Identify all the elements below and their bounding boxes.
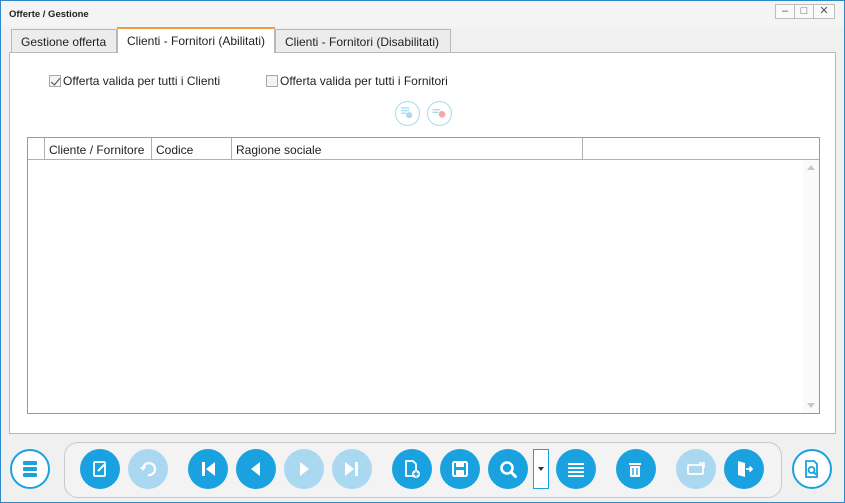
last-record-button[interactable]: [332, 449, 372, 489]
add-row-button[interactable]: [395, 101, 420, 126]
edit-button[interactable]: [80, 449, 120, 489]
exit-button[interactable]: [724, 449, 764, 489]
column-header-codice[interactable]: Codice: [151, 138, 231, 159]
delete-button[interactable]: [616, 449, 656, 489]
save-button[interactable]: [440, 449, 480, 489]
delete-icon: [629, 463, 641, 477]
tab-label: Gestione offerta: [21, 35, 107, 49]
vertical-scrollbar[interactable]: [803, 160, 819, 413]
preview-icon: [805, 460, 818, 478]
column-divider: [582, 138, 587, 159]
tab-gestione-offerta[interactable]: Gestione offerta: [11, 29, 117, 52]
minimize-icon[interactable]: –: [775, 4, 795, 19]
search-icon: [500, 461, 517, 478]
tab-clienti-fornitori-abilitati[interactable]: Clienti - Fornitori (Abilitati): [117, 27, 275, 53]
remove-row-button[interactable]: [427, 101, 452, 126]
print-icon: [687, 462, 705, 475]
close-icon[interactable]: ✕: [813, 4, 835, 19]
all-clients-checkbox[interactable]: Offerta valida per tutti i Clienti: [49, 74, 220, 88]
undo-button[interactable]: [128, 449, 168, 489]
checkbox-box[interactable]: [266, 75, 278, 87]
clients-grid[interactable]: Cliente / Fornitore Codice Ragione socia…: [27, 137, 820, 414]
last-record-icon: [345, 462, 358, 476]
tab-content-panel: Offerta valida per tutti i Clienti Offer…: [9, 52, 836, 434]
next-record-button[interactable]: [284, 449, 324, 489]
all-suppliers-checkbox[interactable]: Offerta valida per tutti i Fornitori: [266, 74, 448, 88]
list-icon: [568, 463, 584, 477]
list-button[interactable]: [556, 449, 596, 489]
tab-label: Clienti - Fornitori (Disabilitati): [285, 35, 440, 49]
application-window: Offerte / Gestione – □ ✕ Gestione offert…: [0, 0, 845, 503]
title-bar: Offerte / Gestione – □ ✕: [1, 1, 844, 27]
checkbox-label: Offerta valida per tutti i Clienti: [63, 74, 221, 88]
search-options-dropdown[interactable]: [533, 449, 549, 489]
previous-record-icon: [251, 462, 260, 476]
scroll-down-icon[interactable]: [807, 403, 815, 408]
menu-icon: [23, 461, 37, 477]
first-record-button[interactable]: [188, 449, 228, 489]
checkbox-label: Offerta valida per tutti i Fornitori: [280, 74, 448, 88]
maximize-icon[interactable]: □: [794, 4, 814, 19]
add-row-icon: [401, 107, 413, 119]
tab-label: Clienti - Fornitori (Abilitati): [127, 34, 266, 48]
new-document-icon: [405, 460, 420, 478]
remove-row-icon: [432, 109, 446, 118]
edit-icon: [93, 461, 106, 477]
column-header-ragione-sociale[interactable]: Ragione sociale: [231, 138, 582, 159]
scroll-up-icon[interactable]: [807, 165, 815, 170]
previous-record-button[interactable]: [236, 449, 276, 489]
menu-button[interactable]: [10, 449, 50, 489]
column-header-cliente-fornitore[interactable]: Cliente / Fornitore: [44, 138, 151, 159]
grid-header: Cliente / Fornitore Codice Ragione socia…: [28, 138, 819, 160]
preview-button[interactable]: [792, 449, 832, 489]
new-document-button[interactable]: [392, 449, 432, 489]
print-button[interactable]: [676, 449, 716, 489]
window-title: Offerte / Gestione: [9, 9, 89, 20]
search-button[interactable]: [488, 449, 528, 489]
first-record-icon: [202, 462, 215, 476]
checkbox-box[interactable]: [49, 75, 61, 87]
next-record-icon: [300, 462, 309, 476]
save-icon: [452, 461, 468, 477]
tab-clienti-fornitori-disabilitati[interactable]: Clienti - Fornitori (Disabilitati): [275, 29, 451, 52]
undo-icon: [140, 462, 157, 477]
exit-icon: [738, 461, 754, 477]
